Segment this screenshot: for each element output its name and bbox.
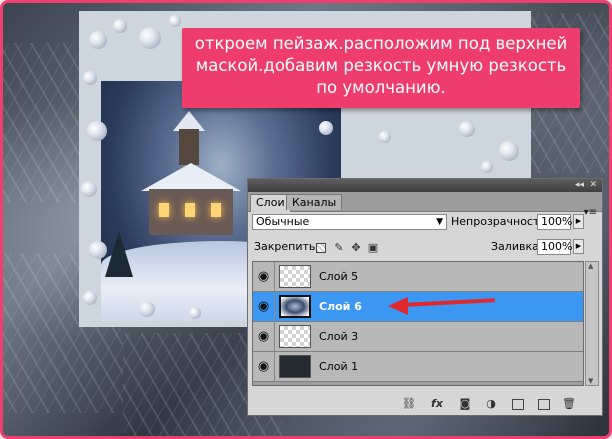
link-layers-icon[interactable]: ⛓ bbox=[400, 397, 418, 411]
panel-menu-icon[interactable]: ▾≡ bbox=[584, 207, 597, 218]
chapel-window bbox=[159, 203, 169, 217]
chapel-window bbox=[211, 203, 221, 217]
lock-label: Закрепить: bbox=[254, 240, 320, 253]
fill-input[interactable]: 100% bbox=[537, 239, 572, 255]
ice-bubble bbox=[81, 181, 97, 197]
layer-name: Слой 1 bbox=[319, 360, 359, 373]
layer-thumbnail bbox=[279, 265, 311, 288]
layer-name: Слой 6 bbox=[319, 300, 362, 313]
instruction-callout: откроем пейзаж.расположим под верхней ма… bbox=[182, 28, 580, 108]
ice-bubble bbox=[319, 121, 333, 135]
ice-bubble bbox=[89, 31, 107, 49]
eye-icon[interactable]: ◉ bbox=[253, 292, 275, 321]
panel-titlebar[interactable]: ◂◂ ✕ bbox=[248, 179, 602, 192]
lock-image-icon[interactable]: ✎ bbox=[333, 242, 345, 254]
layer-thumbnail bbox=[279, 295, 311, 318]
chapel-window bbox=[185, 203, 195, 217]
pointer-arrow-head bbox=[388, 297, 408, 315]
tab-layers[interactable]: Слои bbox=[250, 194, 291, 212]
blend-mode-value: Обычные bbox=[256, 215, 310, 228]
fx-icon[interactable]: fx bbox=[428, 397, 446, 411]
chapel-tower bbox=[179, 129, 199, 165]
layers-list: ◉ Слой 5 ◉ Слой 6 ◉ Слой 3 ◉ Слой 1 bbox=[252, 261, 584, 386]
ice-bubble bbox=[481, 161, 493, 173]
chevron-down-icon: ▼ bbox=[436, 217, 443, 227]
layers-panel: ◂◂ ✕ Слои Каналы ▾≡ Обычные ▼ Непрозрачн… bbox=[247, 178, 603, 416]
eye-icon[interactable]: ◉ bbox=[253, 262, 275, 291]
opacity-label: Непрозрачность: bbox=[451, 215, 550, 228]
eye-icon[interactable]: ◉ bbox=[253, 352, 275, 381]
new-layer-icon[interactable] bbox=[538, 399, 550, 410]
new-group-icon[interactable] bbox=[512, 399, 524, 410]
chapel-roof bbox=[141, 163, 241, 191]
layer-name: Слой 3 bbox=[319, 330, 359, 343]
ice-bubble bbox=[379, 131, 391, 143]
lock-all-icon[interactable]: ▣ bbox=[367, 242, 379, 254]
panel-tabs: Слои Каналы ▾≡ bbox=[248, 192, 602, 218]
layer-row[interactable]: ◉ Слой 5 bbox=[253, 262, 583, 292]
scroll-down-icon[interactable]: ▼ bbox=[588, 377, 593, 385]
ice-bubble bbox=[189, 307, 201, 319]
layer-name: Слой 5 bbox=[319, 270, 359, 283]
chapel-spire bbox=[173, 111, 205, 131]
ice-bubble bbox=[139, 301, 155, 317]
opacity-slider-toggle[interactable]: ▶ bbox=[573, 214, 584, 229]
ice-bubble bbox=[83, 71, 97, 85]
eye-icon[interactable]: ◉ bbox=[253, 322, 275, 351]
layer-row[interactable]: ◉ Слой 3 bbox=[253, 322, 583, 352]
layer-row[interactable]: ◉ Слой 1 bbox=[253, 352, 583, 382]
add-mask-icon[interactable]: ◙ bbox=[458, 397, 472, 411]
fill-label: Заливка: bbox=[491, 240, 543, 253]
callout-text: откроем пейзаж.расположим под верхней ма… bbox=[194, 34, 568, 97]
ice-bubble bbox=[89, 241, 107, 259]
layers-scrollbar[interactable]: ▲ ▼ bbox=[585, 261, 599, 386]
panel-footer: ⛓ fx ◙ ◑ 🗑 bbox=[248, 394, 602, 415]
close-icon[interactable]: ✕ bbox=[589, 179, 597, 192]
ice-bubble bbox=[139, 27, 161, 49]
layer-thumbnail bbox=[279, 355, 311, 378]
layer-row-selected[interactable]: ◉ Слой 6 bbox=[253, 292, 583, 322]
screenshot-frame: откроем пейзаж.расположим под верхней ма… bbox=[0, 0, 612, 439]
ice-bubble bbox=[113, 19, 127, 33]
ice-bubble bbox=[87, 121, 107, 141]
double-chevron-icon[interactable]: ◂◂ bbox=[575, 179, 584, 192]
scroll-up-icon[interactable]: ▲ bbox=[588, 262, 593, 270]
ice-bubble bbox=[169, 15, 181, 27]
adjustment-layer-icon[interactable]: ◑ bbox=[484, 397, 498, 411]
fir-tree bbox=[105, 231, 133, 277]
trash-icon[interactable]: 🗑 bbox=[562, 397, 576, 411]
lock-transparency-icon[interactable] bbox=[316, 243, 326, 253]
layer-thumbnail bbox=[279, 325, 311, 348]
lock-position-icon[interactable]: ✥ bbox=[350, 242, 362, 254]
ice-bubble bbox=[83, 291, 97, 305]
fill-slider-toggle[interactable]: ▶ bbox=[573, 239, 584, 254]
blend-mode-select[interactable]: Обычные ▼ bbox=[252, 214, 447, 230]
tab-channels[interactable]: Каналы bbox=[286, 194, 343, 210]
opacity-input[interactable]: 100% bbox=[537, 214, 572, 230]
ice-bubble bbox=[499, 141, 519, 161]
ice-bubble bbox=[459, 121, 475, 137]
